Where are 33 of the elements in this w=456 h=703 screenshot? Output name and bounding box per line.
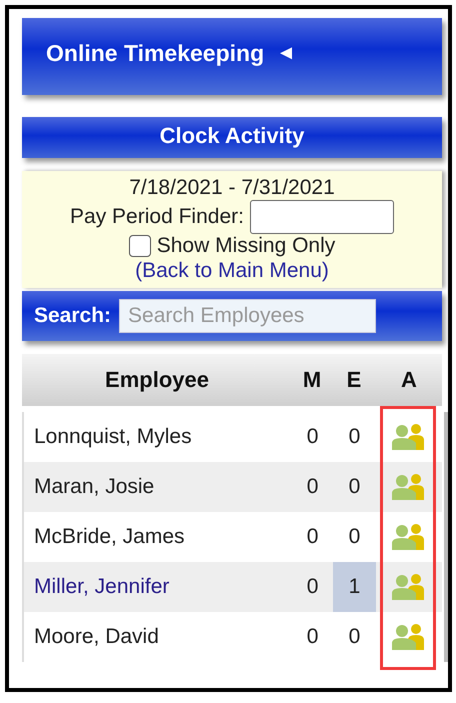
scrollbar[interactable]: [444, 412, 448, 662]
search-label: Search:: [34, 304, 112, 328]
employee-name: Maran, Josie: [33, 475, 156, 499]
table-row[interactable]: Maran, Josie 0 0: [24, 462, 442, 512]
employee-name: Miller, Jennifer: [33, 575, 170, 599]
column-header: A: [400, 367, 418, 393]
column-header: Employee: [104, 367, 210, 393]
column-header: E: [346, 366, 362, 394]
table-cell-text: 0: [306, 525, 320, 549]
checkbox[interactable]: [128, 235, 151, 257]
search-field[interactable]: Search Employees: [119, 299, 376, 333]
pay-period-field[interactable]: [250, 200, 394, 234]
table-cell-text: 0: [306, 625, 320, 649]
table-cell-text: 0: [348, 424, 362, 450]
table-cell-text: 0: [306, 425, 320, 449]
table-cell-text: 0: [348, 624, 362, 650]
finder-label: Pay Period Finder:: [70, 205, 244, 229]
table-cell-text: 0: [348, 524, 362, 550]
table-cell: 1: [332, 562, 376, 612]
employee-name: McBride, James: [33, 525, 186, 549]
employee-name: Moore, David: [33, 625, 160, 649]
date-range: 7/18/2021 - 7/31/2021: [129, 175, 335, 200]
employee-name: Lonnquist, Myles: [33, 425, 193, 449]
app-title: Online Timekeeping: [46, 40, 264, 67]
column-header: M: [302, 367, 322, 393]
table-cell-text: 0: [348, 474, 362, 500]
table-row[interactable]: Miller, Jennifer 0 1: [24, 562, 442, 612]
table-cell-text: 0: [306, 475, 320, 499]
back-link[interactable]: (Back to Main Menu): [135, 258, 329, 284]
section-title: Clock Activity: [22, 117, 442, 158]
checkbox-label: Show Missing Only: [156, 234, 336, 258]
table-cell-text: 0: [306, 575, 320, 599]
collapse-toggle[interactable]: ◄: [276, 42, 296, 65]
